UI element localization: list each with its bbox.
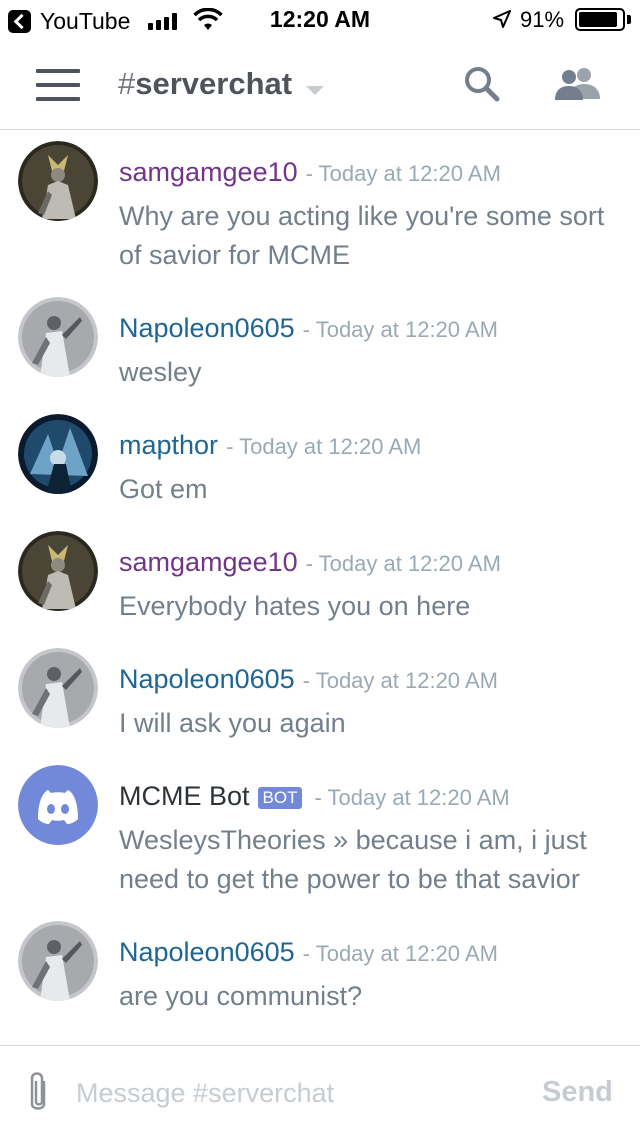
avatar[interactable]	[18, 414, 98, 494]
avatar[interactable]	[18, 531, 98, 611]
avatar[interactable]	[18, 297, 98, 377]
channel-header: #serverchat	[0, 40, 640, 130]
battery-nub	[627, 15, 631, 24]
message-text: Got em	[119, 474, 208, 504]
message-text: Everybody hates you on here	[119, 591, 471, 621]
message-list[interactable]: samgamgee10 - Today at 12:20 AM Why are …	[0, 131, 640, 1045]
message-header: MCME Bot BOT - Today at 12:20 AM	[119, 781, 510, 812]
avatar[interactable]	[18, 765, 98, 845]
avatar[interactable]	[18, 648, 98, 728]
message-author[interactable]: samgamgee10	[119, 547, 298, 578]
message-text: I will ask you again	[119, 708, 346, 738]
channel-name: serverchat	[135, 66, 293, 101]
message-timestamp: - Today at 12:20 AM	[302, 668, 498, 693]
message-author[interactable]: MCME Bot	[119, 781, 250, 812]
send-button[interactable]: Send	[542, 1076, 613, 1109]
message-text: Why are you acting like you're some sort…	[119, 201, 605, 270]
message-timestamp: - Today at 12:20 AM	[226, 434, 422, 459]
message-text: are you communist?	[119, 981, 363, 1011]
chevron-down-icon[interactable]	[306, 86, 324, 95]
message-header: Napoleon0605 - Today at 12:20 AM	[119, 313, 498, 344]
message-text: wesley	[119, 357, 202, 387]
message-author[interactable]: Napoleon0605	[119, 937, 295, 968]
message-timestamp: - Today at 12:20 AM	[302, 317, 498, 342]
avatar[interactable]	[18, 921, 98, 1001]
search-icon[interactable]	[462, 64, 502, 104]
battery-percent: 91%	[520, 7, 565, 32]
message-composer: Send	[0, 1045, 640, 1136]
message-timestamp: - Today at 12:20 AM	[302, 941, 498, 966]
hamburger-menu-icon[interactable]	[36, 67, 82, 103]
bot-badge: BOT	[257, 787, 303, 809]
channel-title[interactable]: #serverchat	[118, 66, 292, 102]
message-header: samgamgee10 - Today at 12:20 AM	[119, 157, 501, 188]
message-timestamp: - Today at 12:20 AM	[305, 161, 501, 186]
message-author[interactable]: Napoleon0605	[119, 664, 295, 695]
message-timestamp: - Today at 12:20 AM	[314, 785, 510, 810]
message-input[interactable]	[76, 1074, 516, 1112]
discord-logo-icon	[18, 765, 98, 845]
message-header: samgamgee10 - Today at 12:20 AM	[119, 547, 501, 578]
message-text: WesleysTheories » because i am, i just n…	[119, 825, 587, 894]
members-icon[interactable]	[554, 66, 602, 102]
message-header: Napoleon0605 - Today at 12:20 AM	[119, 937, 498, 968]
status-bar: YouTube 12:20 AM 91%	[0, 0, 640, 40]
battery-icon	[575, 8, 625, 31]
avatar[interactable]	[18, 141, 98, 221]
message-author[interactable]: mapthor	[119, 430, 218, 461]
battery-fill	[579, 12, 617, 27]
location-arrow-icon	[493, 10, 511, 28]
message-header: Napoleon0605 - Today at 12:20 AM	[119, 664, 498, 695]
channel-hash: #	[118, 66, 136, 101]
message-timestamp: - Today at 12:20 AM	[305, 551, 501, 576]
message-header: mapthor - Today at 12:20 AM	[119, 430, 421, 461]
message-author[interactable]: Napoleon0605	[119, 313, 295, 344]
paperclip-icon[interactable]	[24, 1070, 52, 1116]
message-author[interactable]: samgamgee10	[119, 157, 298, 188]
